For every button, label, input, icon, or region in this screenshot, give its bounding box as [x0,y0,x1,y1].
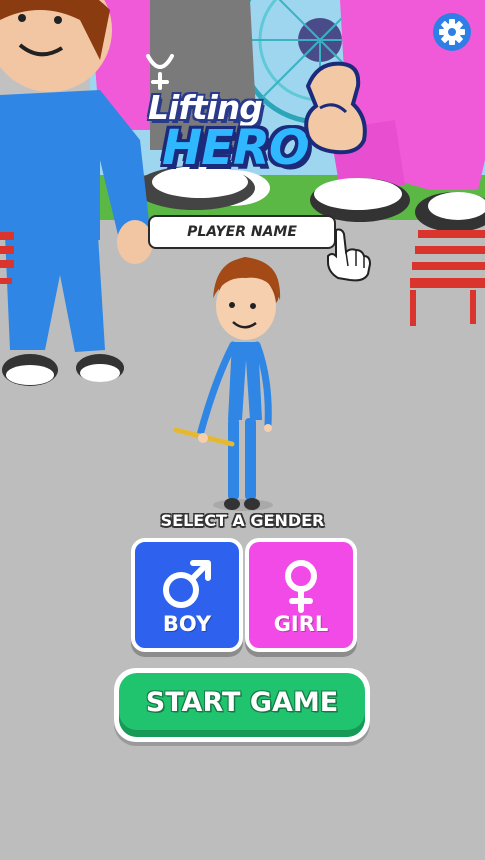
pointing-hand-icon [327,228,372,282]
svg-text:+: + [298,63,299,82]
gender-title: SELECT A GENDER [160,511,325,530]
gender-boy-label: BOY [162,612,212,636]
gear-icon [433,13,471,51]
flexed-biceps-icon: + + [298,61,367,155]
gender-boy-button[interactable]: BOY [131,538,243,652]
start-game-button-face: START GAME [119,673,365,737]
settings-button[interactable] [432,12,472,52]
game-logo: Lifting HERO + + [140,52,380,187]
male-symbol-icon [163,560,211,608]
logo-title-line2: HERO [162,120,310,176]
player-name-input[interactable] [148,215,336,249]
start-game-button[interactable]: START GAME [114,668,370,742]
gender-girl-label: GIRL [273,612,329,636]
female-symbol-icon [285,560,317,613]
gender-girl-button[interactable]: GIRL [245,538,357,652]
female-symbol-icon [146,54,174,90]
start-game-label: START GAME [145,687,339,718]
